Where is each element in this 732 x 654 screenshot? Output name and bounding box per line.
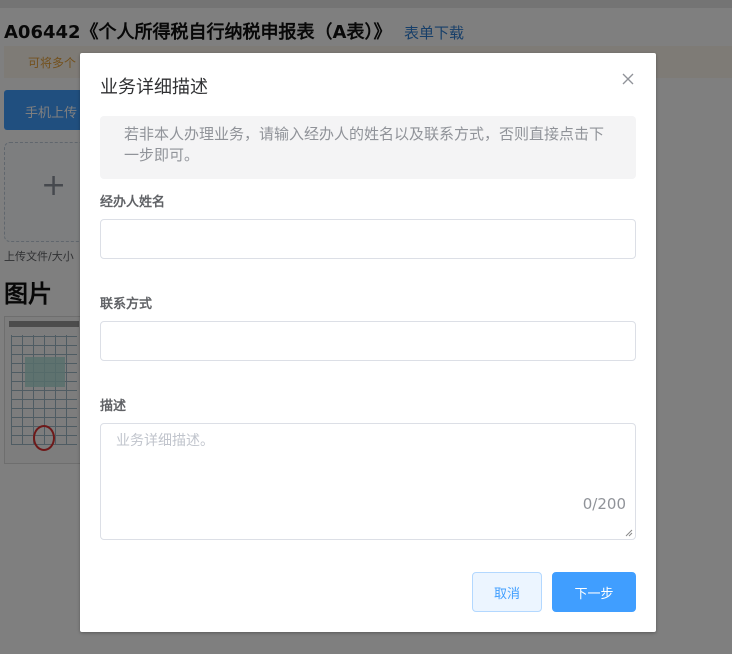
next-step-button[interactable]: 下一步: [552, 572, 636, 612]
close-icon[interactable]: [620, 71, 636, 87]
notice-box: 若非本人办理业务，请输入经办人的姓名以及联系方式，否则直接点击下一步即可。: [100, 116, 636, 179]
description-textarea-wrapper: 0/200: [100, 423, 636, 540]
agent-name-label: 经办人姓名: [100, 195, 166, 210]
contact-label: 联系方式: [100, 297, 153, 312]
notice-text: 若非本人办理业务，请输入经办人的姓名以及联系方式，否则直接点击下一步即可。: [124, 125, 605, 164]
character-counter: 0/200: [582, 495, 626, 513]
business-description-dialog: 业务详细描述 若非本人办理业务，请输入经办人的姓名以及联系方式，否则直接点击下一…: [80, 53, 656, 632]
cancel-button[interactable]: 取消: [472, 572, 542, 612]
description-textarea[interactable]: [101, 424, 635, 539]
dialog-title: 业务详细描述: [100, 77, 208, 98]
agent-name-input[interactable]: [100, 219, 636, 259]
description-label: 描述: [100, 399, 127, 414]
resize-handle-icon[interactable]: [625, 529, 633, 537]
contact-input[interactable]: [100, 321, 636, 361]
